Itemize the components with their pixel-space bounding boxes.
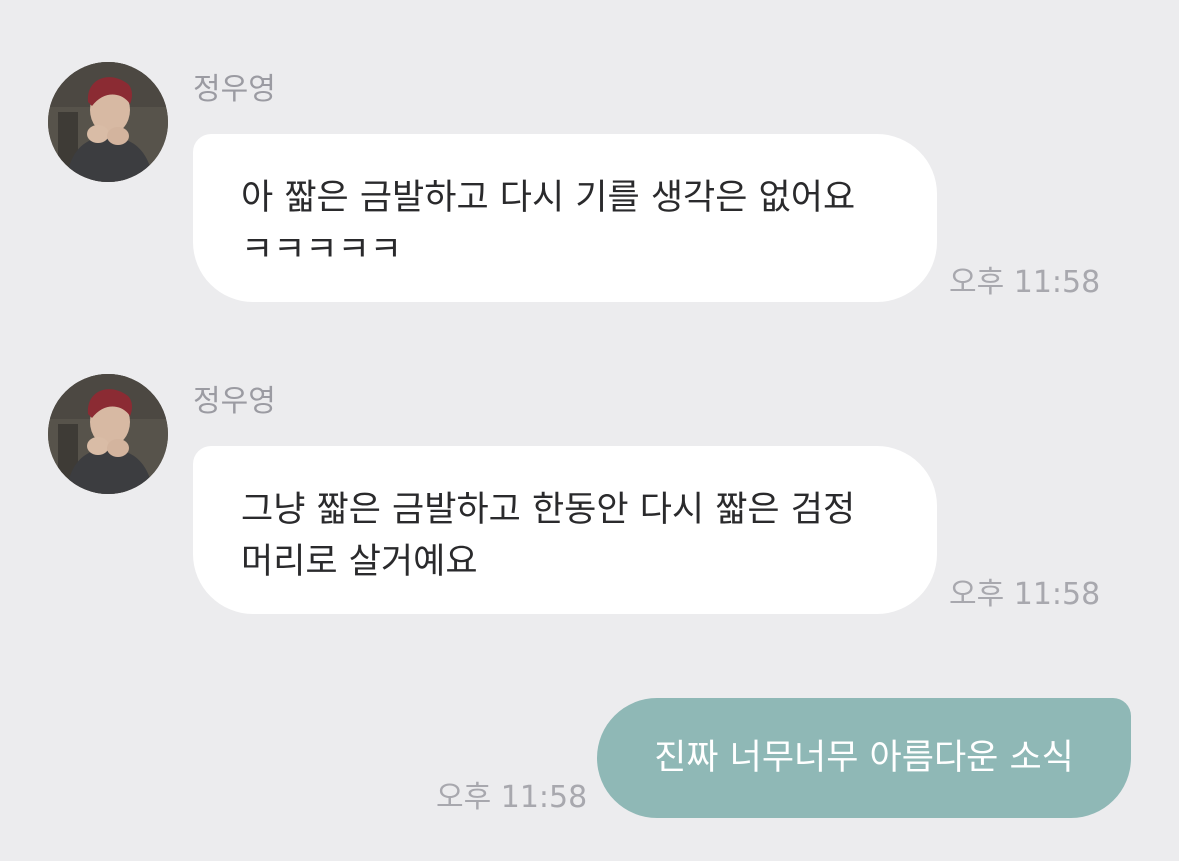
message-time: 오후 11:58: [949, 577, 1101, 612]
sender-avatar[interactable]: [48, 374, 168, 494]
message-time: 오후 11:58: [949, 265, 1101, 300]
sender-avatar[interactable]: [48, 62, 168, 182]
message-text: 아 짧은 금발하고 다시 기를 생각은 없어요 ㅋㅋㅋㅋㅋ: [241, 178, 856, 270]
outgoing-message-bubble[interactable]: 진짜 너무너무 아름다운 소식: [597, 698, 1131, 818]
message-bubble[interactable]: 그냥 짧은 금발하고 한동안 다시 짧은 검정 머리로 살거예요: [193, 446, 937, 614]
message-text: 그냥 짧은 금발하고 한동안 다시 짧은 검정 머리로 살거예요: [241, 490, 856, 582]
sender-name: 정우영: [193, 72, 276, 107]
profile-photo-icon: [48, 374, 168, 494]
profile-photo-icon: [48, 62, 168, 182]
message-time: 오후 11:58: [436, 780, 588, 815]
message-text: 진짜 너무너무 아름다운 소식: [654, 738, 1074, 778]
sender-name: 정우영: [193, 384, 276, 419]
message-bubble[interactable]: 아 짧은 금발하고 다시 기를 생각은 없어요 ㅋㅋㅋㅋㅋ: [193, 134, 937, 302]
